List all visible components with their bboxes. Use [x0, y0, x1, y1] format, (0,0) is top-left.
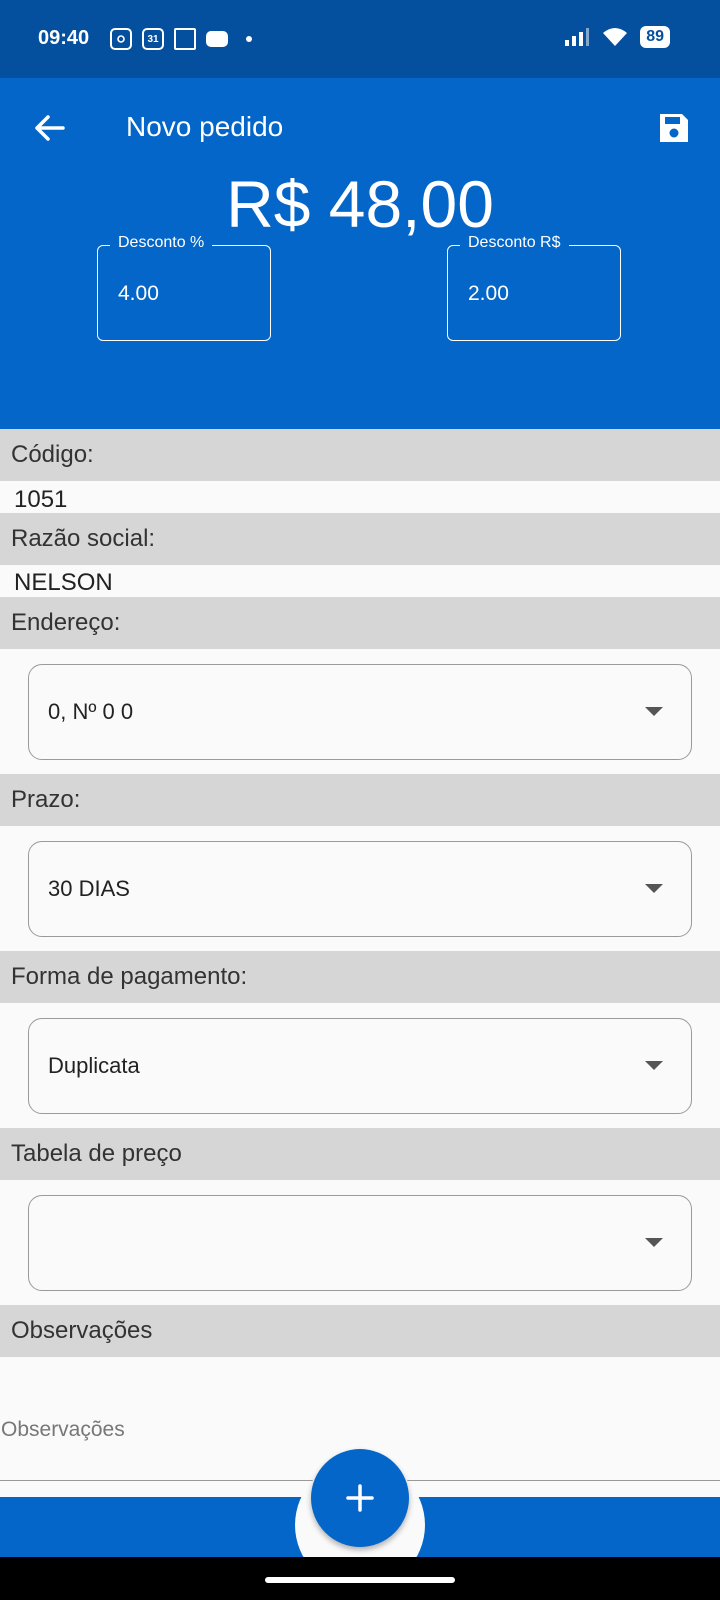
save-icon: [660, 114, 688, 142]
prazo-dropdown[interactable]: 30 DIAS: [28, 841, 692, 937]
razao-social-value: NELSON: [14, 569, 113, 596]
wallet-icon: [206, 31, 228, 47]
prazo-selected-value: 30 DIAS: [48, 876, 130, 901]
calendar-icon: 31: [142, 28, 164, 50]
prazo-label: Prazo:: [0, 774, 720, 826]
endereco-dropdown[interactable]: 0, Nº 0 0: [28, 664, 692, 760]
codigo-label: Código:: [0, 429, 720, 481]
endereco-selected-value: 0, Nº 0 0: [48, 699, 134, 724]
dropdown-arrow-icon: [645, 1061, 663, 1070]
battery-icon: 89: [640, 26, 670, 48]
discount-amount-field[interactable]: Desconto R$ 2.00: [447, 234, 621, 341]
status-bar: 09:40 31 89: [0, 0, 720, 78]
discount-percent-value[interactable]: 4.00: [118, 282, 159, 306]
razao-social-label: Razão social:: [0, 513, 720, 565]
back-button[interactable]: [28, 106, 72, 150]
dropdown-arrow-icon: [645, 884, 663, 893]
status-system-icons: 89: [564, 26, 670, 48]
page-title: Novo pedido: [126, 111, 284, 142]
arrow-left-icon: [35, 115, 65, 141]
forma-pagamento-label: Forma de pagamento:: [0, 951, 720, 1003]
add-item-button[interactable]: [311, 1449, 409, 1547]
more-notifications-dot-icon: [246, 36, 252, 42]
discount-percent-label: Desconto %: [110, 234, 213, 252]
app-bar: Novo pedido R$ 48,00 Desconto % 4.00 Des…: [0, 78, 720, 429]
dropdown-arrow-icon: [645, 707, 663, 716]
status-time: 09:40: [38, 27, 90, 49]
signal-icon: [565, 28, 590, 46]
forma-pagamento-dropdown[interactable]: Duplicata: [28, 1018, 692, 1114]
dropdown-arrow-icon: [645, 1238, 663, 1247]
discount-amount-value[interactable]: 2.00: [468, 282, 509, 306]
tabela-preco-dropdown[interactable]: [28, 1195, 692, 1291]
instagram-icon: [110, 28, 132, 50]
notification-icon: [174, 28, 196, 50]
discount-amount-label: Desconto R$: [460, 234, 569, 252]
tabela-preco-label: Tabela de preço: [0, 1128, 720, 1180]
order-total: R$ 48,00: [226, 167, 494, 241]
discount-percent-field[interactable]: Desconto % 4.00: [97, 234, 271, 341]
wifi-icon: [603, 28, 628, 46]
status-notification-icons: 31: [110, 28, 252, 50]
save-button[interactable]: [652, 106, 696, 150]
codigo-value: 1051: [14, 486, 68, 513]
observacoes-label: Observações: [0, 1305, 720, 1357]
plus-icon: [346, 1484, 374, 1512]
endereco-label: Endereço:: [0, 597, 720, 649]
forma-pagamento-selected-value: Duplicata: [48, 1053, 140, 1078]
home-gesture-handle[interactable]: [265, 1577, 455, 1583]
